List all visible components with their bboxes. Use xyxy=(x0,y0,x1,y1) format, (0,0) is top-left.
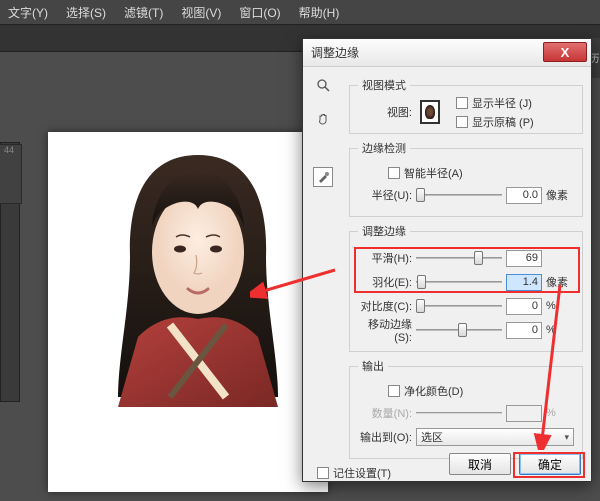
remember-settings-checkbox[interactable] xyxy=(317,467,329,479)
dialog-titlebar[interactable]: 调整边缘 X xyxy=(303,39,591,67)
shift-edge-slider[interactable] xyxy=(416,322,502,338)
smooth-label: 平滑(H): xyxy=(358,250,412,266)
amount-slider xyxy=(416,405,502,421)
view-label: 视图: xyxy=(358,104,412,120)
hand-tool-icon[interactable] xyxy=(313,109,333,129)
amount-input xyxy=(506,405,542,422)
output-legend: 输出 xyxy=(358,358,388,374)
output-to-label: 输出到(O): xyxy=(358,429,412,445)
feather-unit: 像素 xyxy=(546,274,574,290)
close-button[interactable]: X xyxy=(543,42,587,62)
view-mode-legend: 视图模式 xyxy=(358,77,410,93)
shift-edge-unit: % xyxy=(546,324,574,336)
smooth-input[interactable]: 69 xyxy=(506,250,542,267)
amount-label: 数量(N): xyxy=(358,405,412,421)
edge-detection-legend: 边缘检测 xyxy=(358,140,410,156)
radius-unit: 像素 xyxy=(546,187,574,203)
feather-slider[interactable] xyxy=(416,274,502,290)
cancel-button[interactable]: 取消 xyxy=(449,453,511,475)
radius-slider[interactable] xyxy=(416,187,502,203)
smart-radius-checkbox[interactable] xyxy=(388,167,400,179)
dialog-title: 调整边缘 xyxy=(311,44,359,61)
output-group: 输出 净化颜色(D) 数量(N): % 输出到(O): 选区 ▾ xyxy=(349,358,583,459)
ok-button[interactable]: 确定 xyxy=(519,453,581,475)
right-panel-strip[interactable]: 历 xyxy=(592,38,600,78)
feather-input[interactable]: 1.4 xyxy=(506,274,542,291)
dialog-tools xyxy=(313,75,333,187)
decontaminate-label: 净化颜色(D) xyxy=(404,383,463,399)
show-original-label: 显示原稿 (P) xyxy=(472,114,534,130)
view-thumbnail-dropdown[interactable] xyxy=(420,100,440,124)
adjust-edge-legend: 调整边缘 xyxy=(358,223,410,239)
smooth-slider[interactable] xyxy=(416,250,502,266)
portrait-image xyxy=(108,147,288,407)
decontaminate-checkbox[interactable] xyxy=(388,385,400,397)
menu-text[interactable]: 文字(Y) xyxy=(8,4,48,21)
shift-edge-input[interactable]: 0 xyxy=(506,322,542,339)
refine-edge-dialog: 调整边缘 X 视图模式 视图: 显示半径 (J) 显示原稿 (P) 边缘检测 智… xyxy=(302,38,592,482)
feather-label: 羽化(E): xyxy=(358,274,412,290)
canvas xyxy=(48,132,328,492)
smart-radius-label: 智能半径(A) xyxy=(404,165,463,181)
view-mode-group: 视图模式 视图: 显示半径 (J) 显示原稿 (P) xyxy=(349,77,583,134)
menu-view[interactable]: 视图(V) xyxy=(181,4,221,21)
adjust-edge-group: 调整边缘 平滑(H): 69 羽化(E): 1.4 像素 对比度(C): 0 %… xyxy=(349,223,583,352)
shift-edge-label: 移动边缘(S): xyxy=(358,316,412,344)
menu-help[interactable]: 帮助(H) xyxy=(299,4,340,21)
chevron-down-icon: ▾ xyxy=(564,432,569,443)
contrast-label: 对比度(C): xyxy=(358,298,412,314)
menu-window[interactable]: 窗口(O) xyxy=(239,4,280,21)
left-badge: 44 xyxy=(0,144,22,204)
menu-filter[interactable]: 滤镜(T) xyxy=(124,4,163,21)
show-radius-checkbox[interactable] xyxy=(456,97,468,109)
contrast-unit: % xyxy=(546,300,574,312)
zoom-tool-icon[interactable] xyxy=(313,75,333,95)
contrast-input[interactable]: 0 xyxy=(506,298,542,315)
output-to-dropdown[interactable]: 选区 ▾ xyxy=(416,428,574,446)
radius-label: 半径(U): xyxy=(358,187,412,203)
amount-unit: % xyxy=(546,407,574,419)
output-to-value: 选区 xyxy=(421,429,443,445)
contrast-slider[interactable] xyxy=(416,298,502,314)
refine-brush-tool-icon[interactable] xyxy=(313,167,333,187)
radius-input[interactable]: 0.0 xyxy=(506,187,542,204)
menu-bar: 文字(Y) 选择(S) 滤镜(T) 视图(V) 窗口(O) 帮助(H) xyxy=(0,0,600,24)
show-radius-label: 显示半径 (J) xyxy=(472,95,532,111)
menu-select[interactable]: 选择(S) xyxy=(66,4,106,21)
show-original-checkbox[interactable] xyxy=(456,116,468,128)
remember-settings-label: 记住设置(T) xyxy=(333,465,391,481)
edge-detection-group: 边缘检测 智能半径(A) 半径(U): 0.0 像素 xyxy=(349,140,583,217)
